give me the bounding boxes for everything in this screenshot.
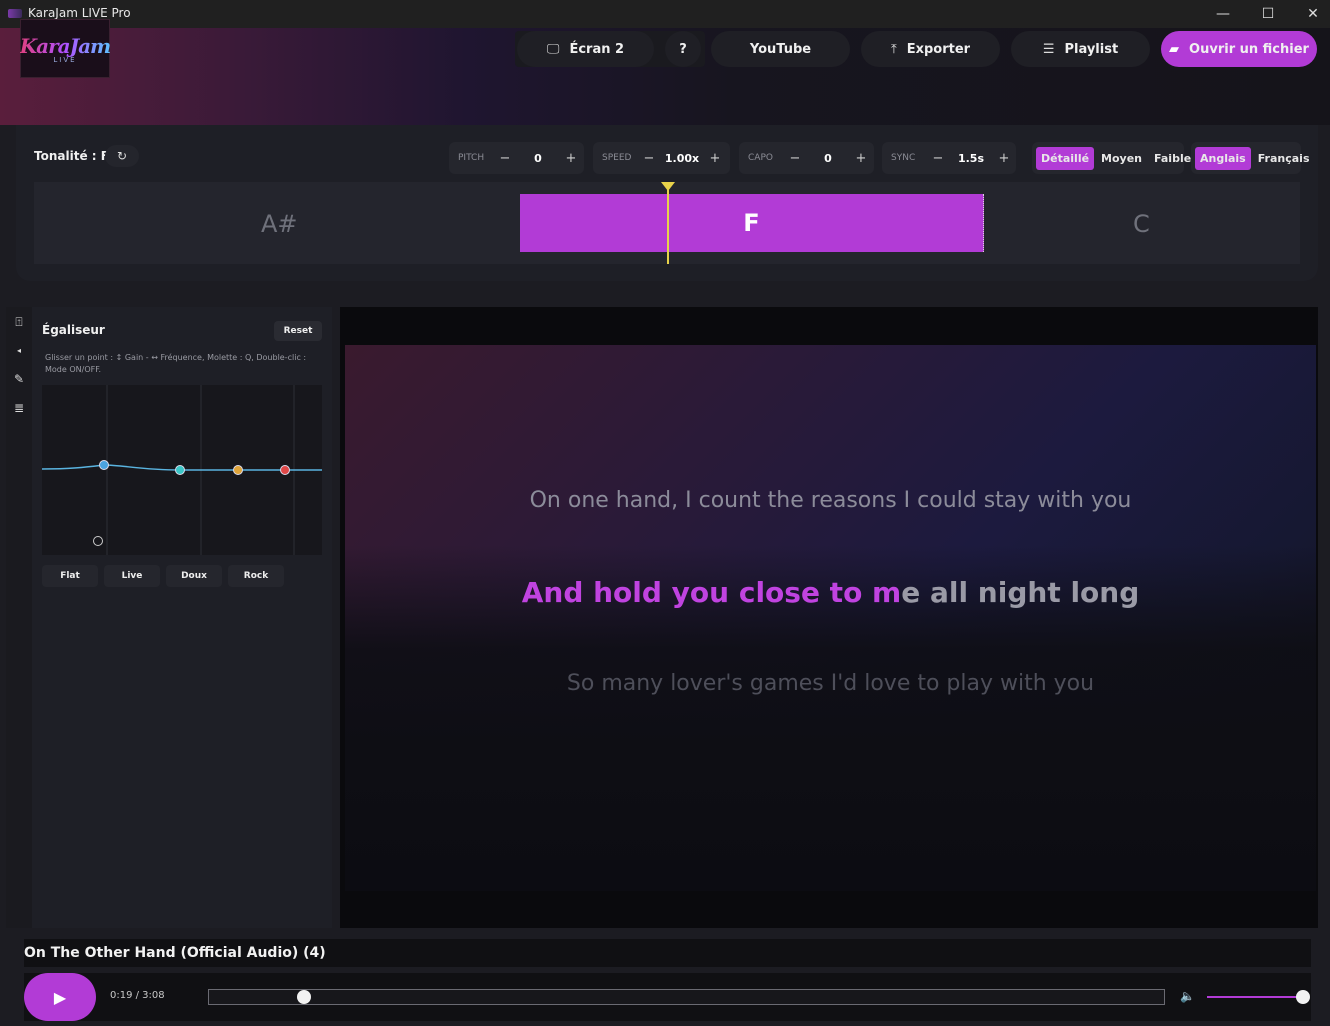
app-icon	[8, 9, 22, 18]
detail-option-moyen[interactable]: Moyen	[1096, 147, 1147, 170]
open-file-button[interactable]: ▰ Ouvrir un fichier	[1161, 31, 1317, 67]
lyrics-editor-icon[interactable]: ≣	[6, 395, 32, 421]
detail-option-faible[interactable]: Faible	[1149, 147, 1196, 170]
preset-doux-button[interactable]: Doux	[166, 565, 222, 587]
edit-icon[interactable]: ✎	[6, 366, 32, 392]
screen-button[interactable]: 🖵 Écran 2	[517, 31, 654, 67]
language-option-anglais[interactable]: Anglais	[1195, 146, 1251, 170]
lyric-current-sung: And hold you close to m	[521, 576, 902, 609]
language-selector: Anglais Français	[1191, 142, 1310, 174]
equalizer-reset-button[interactable]: Reset	[274, 321, 322, 341]
window-title: KaraJam LIVE Pro	[28, 6, 131, 20]
equalizer-graph[interactable]	[41, 385, 322, 555]
window-titlebar: KaraJam LIVE Pro — ☐ ✕	[0, 0, 1330, 28]
youtube-button[interactable]: YouTube	[711, 31, 850, 67]
lyric-current-remaining: e all night long	[901, 576, 1140, 609]
volume-handle[interactable]	[1296, 990, 1310, 1004]
sync-control: SYNC − 1.5s +	[882, 142, 1016, 174]
playlist-icon: ☰	[1042, 41, 1055, 57]
monitor-icon: 🖵	[546, 41, 560, 57]
play-icon: ▶	[53, 987, 67, 1007]
playhead-marker-icon	[661, 182, 675, 191]
logo-subtext: LIVE	[53, 55, 77, 64]
help-button[interactable]: ?	[665, 31, 701, 67]
lyric-current-line: And hold you close to me all night long	[345, 576, 1316, 609]
detail-selector: Détaillé Moyen Faible	[1032, 142, 1191, 174]
capo-label: CAPO	[748, 153, 773, 163]
preset-flat-button[interactable]: Flat	[42, 565, 98, 587]
folder-icon: ▰	[1169, 41, 1180, 57]
reset-key-button[interactable]: ↻	[105, 145, 139, 167]
collapse-icon[interactable]: ◂	[6, 337, 32, 363]
key-previous: A#	[261, 210, 298, 238]
upload-icon: ⤒	[890, 41, 897, 57]
export-button[interactable]: ⤒ Exporter	[861, 31, 1000, 67]
youtube-button-label: YouTube	[749, 41, 812, 57]
play-button[interactable]: ▶	[24, 973, 96, 1021]
key-current-block: F	[520, 194, 984, 252]
capo-plus-button[interactable]: +	[850, 151, 872, 166]
sync-value: 1.5s	[957, 151, 985, 165]
lyric-next-line: So many lover's games I'd love to play w…	[566, 671, 1095, 696]
speed-plus-button[interactable]: +	[704, 151, 726, 166]
pitch-plus-button[interactable]: +	[560, 151, 582, 166]
playlist-button-label: Playlist	[1064, 41, 1119, 57]
volume-slider[interactable]	[1207, 996, 1303, 998]
seek-bar[interactable]	[208, 989, 1165, 1005]
help-button-label: ?	[679, 41, 687, 57]
seek-handle[interactable]	[296, 990, 311, 1004]
left-toolbar: ⍐ ◂ ✎ ≣	[6, 307, 32, 928]
equalizer-off-band[interactable]	[93, 536, 103, 546]
song-title: On The Other Hand (Official Audio) (4)	[24, 945, 326, 961]
pitch-control: PITCH − 0 +	[449, 142, 584, 174]
sync-label: SYNC	[891, 153, 916, 163]
capo-minus-button[interactable]: −	[784, 151, 806, 166]
pitch-minus-button[interactable]: −	[494, 151, 516, 166]
language-option-francais[interactable]: Français	[1253, 147, 1315, 170]
maximize-button[interactable]: ☐	[1245, 0, 1291, 28]
logo-text: KaraJam	[19, 33, 111, 58]
open-file-button-label: Ouvrir un fichier	[1189, 41, 1309, 57]
close-button[interactable]: ✕	[1290, 0, 1330, 28]
speed-value: 1.00x	[664, 151, 700, 165]
equalizer-band-3[interactable]	[233, 465, 243, 475]
equalizer-title: Égaliseur	[42, 323, 105, 337]
minimize-button[interactable]: —	[1200, 0, 1246, 28]
speed-label: SPEED	[602, 153, 632, 163]
capo-control: CAPO − 0 +	[739, 142, 874, 174]
sync-plus-button[interactable]: +	[993, 151, 1015, 166]
pitch-value: 0	[534, 151, 542, 165]
sync-minus-button[interactable]: −	[927, 151, 949, 166]
key-next: C	[1133, 210, 1150, 238]
key-playhead	[667, 188, 669, 264]
lyric-previous-line: On one hand, I count the reasons I could…	[529, 488, 1132, 513]
time-display: 0:19 / 3:08	[110, 990, 165, 1001]
speed-minus-button[interactable]: −	[638, 151, 660, 166]
key-display: Tonalité : F	[34, 149, 109, 163]
preset-rock-button[interactable]: Rock	[228, 565, 284, 587]
equalizer-curve-svg	[41, 385, 322, 555]
capo-value: 0	[824, 151, 832, 165]
equalizer-band-1[interactable]	[99, 460, 109, 470]
preset-live-button[interactable]: Live	[104, 565, 160, 587]
speed-control: SPEED − 1.00x +	[593, 142, 730, 174]
key-current: F	[743, 209, 760, 237]
screen-button-label: Écran 2	[569, 41, 625, 57]
app-logo: KaraJam LIVE	[19, 19, 111, 78]
detail-option-detaille[interactable]: Détaillé	[1036, 146, 1095, 170]
equalizer-band-4[interactable]	[280, 465, 290, 475]
mixer-icon[interactable]: ⍐	[6, 309, 32, 335]
playlist-button[interactable]: ☰ Playlist	[1011, 31, 1150, 67]
refresh-icon: ↻	[116, 149, 128, 163]
equalizer-band-2[interactable]	[175, 465, 185, 475]
volume-icon[interactable]: 🔈	[1180, 989, 1195, 1003]
pitch-label: PITCH	[458, 153, 485, 163]
equalizer-help-text: Glisser un point : ↕ Gain - ↔ Fréquence,…	[45, 353, 307, 374]
export-button-label: Exporter	[906, 41, 971, 57]
